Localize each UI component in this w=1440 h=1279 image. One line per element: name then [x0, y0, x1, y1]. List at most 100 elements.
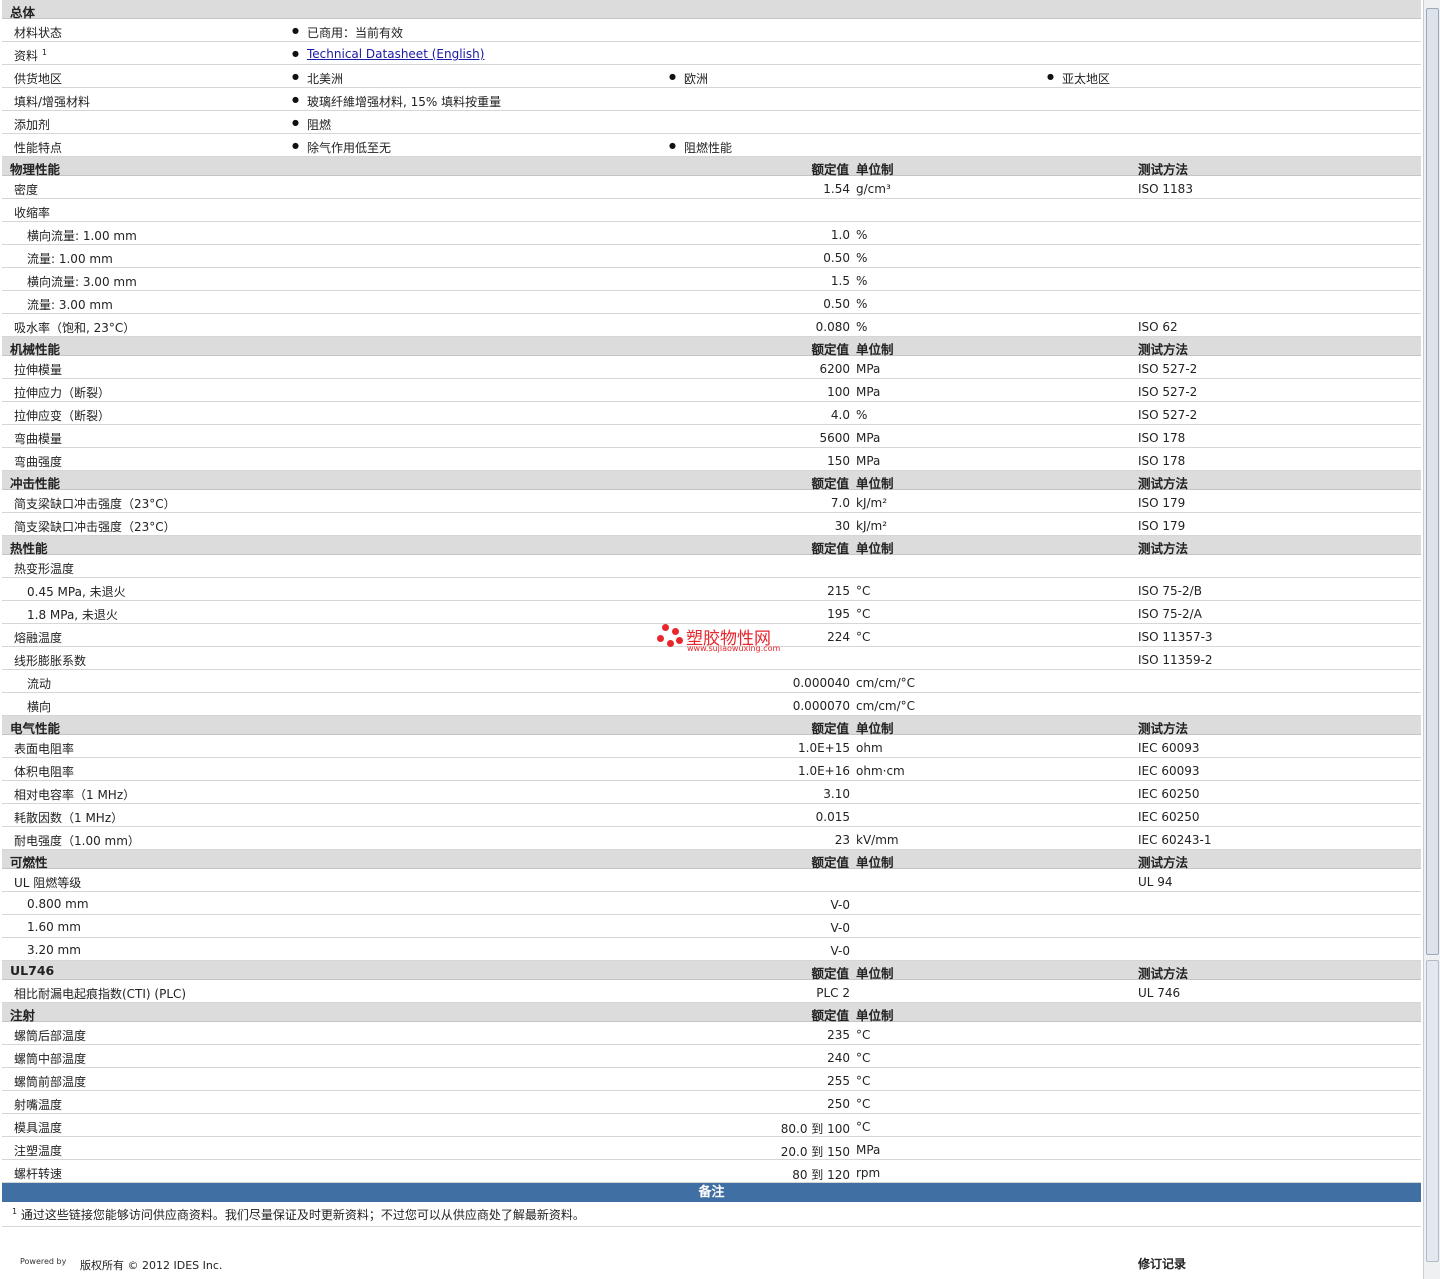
property-value: 1.54: [823, 182, 850, 196]
property-test-method: ISO 178: [1138, 431, 1186, 445]
property-value: 0.080: [815, 320, 850, 334]
revision-history-link[interactable]: 修订记录: [1138, 1255, 1186, 1272]
row-regions: 供货地区 北美洲 欧洲 亚太地区: [2, 65, 1421, 88]
footer: Powered by 版权所有 © 2012 IDES Inc. 修订记录: [2, 1227, 1421, 1272]
property-unit: ohm·cm: [856, 764, 905, 778]
property-value: 23: [834, 833, 850, 847]
property-value: 250: [827, 1097, 850, 1111]
technical-datasheet-link[interactable]: Technical Datasheet (English): [307, 47, 484, 61]
property-row: 热变形温度: [2, 555, 1421, 578]
property-unit: %: [856, 320, 868, 334]
property-test-method: IEC 60243-1: [1138, 833, 1212, 847]
section-ul746: UL746 额定值 单位制 测试方法: [2, 961, 1421, 981]
property-value: 0.000040: [792, 676, 850, 690]
property-test-method: ISO 527-2: [1138, 385, 1198, 399]
property-test-method: ISO 179: [1138, 496, 1186, 510]
property-test-method: ISO 75-2/B: [1138, 584, 1202, 598]
property-unit: %: [856, 228, 868, 242]
property-test-method: IEC 60093: [1138, 764, 1200, 778]
status-value: 已商用：当前有效: [292, 24, 403, 41]
property-row: 0.800 mm V-0: [2, 892, 1421, 915]
property-value: 1.0E+15: [798, 741, 850, 755]
property-label: 弯曲模量: [14, 432, 63, 446]
row-additive: 添加剂 阻燃: [2, 111, 1421, 134]
property-value: PLC 2: [816, 986, 850, 1000]
property-row: 体积电阻率 1.0E+16 ohm·cm IEC 60093: [2, 758, 1421, 781]
property-row: 耗散因数（1 MHz） 0.015 IEC 60250: [2, 804, 1421, 827]
property-unit: ohm: [856, 741, 883, 755]
property-label: 螺筒前部温度: [14, 1075, 87, 1089]
property-value: 1.0: [830, 228, 850, 242]
property-row: 注塑温度 20.0 到 150 MPa: [2, 1137, 1421, 1160]
property-test-method: ISO 75-2/A: [1138, 607, 1202, 621]
property-label: 流动: [27, 677, 52, 691]
scrollbar-track-lower[interactable]: [1426, 960, 1439, 1262]
watermark-url: www.sujiaowuxing.com: [687, 644, 781, 653]
property-value: 80 到 120: [792, 1168, 850, 1182]
property-unit: MPa: [856, 431, 881, 445]
property-test-method: IEC 60093: [1138, 741, 1200, 755]
property-unit: kJ/m²: [856, 519, 888, 533]
property-label: 横向流量: 3.00 mm: [27, 275, 137, 289]
property-row: 吸水率（饱和, 23°C） 0.080% ISO 62: [2, 314, 1421, 337]
property-unit: %: [856, 251, 868, 265]
property-label: 弯曲强度: [14, 455, 63, 469]
property-label: 相对电容率（1 MHz）: [14, 788, 136, 802]
property-value: 20.0 到 150: [780, 1145, 850, 1159]
property-value: 0.015: [815, 810, 850, 824]
property-unit: kJ/m²: [856, 496, 888, 510]
scrollbar-thumb[interactable]: [1426, 8, 1439, 955]
section-general: 总体: [2, 0, 1421, 20]
property-value: 240: [827, 1051, 850, 1065]
property-row: 螺筒后部温度 235 °C: [2, 1022, 1421, 1045]
property-row: 相对电容率（1 MHz） 3.10 IEC 60250: [2, 781, 1421, 804]
property-unit: MPa: [856, 454, 881, 468]
property-row: 流量: 1.00 mm 0.50%: [2, 245, 1421, 268]
property-unit: MPa: [856, 362, 881, 376]
section-title: UL746: [10, 963, 55, 978]
property-label: 热变形温度: [14, 562, 75, 576]
vertical-scrollbar[interactable]: [1423, 0, 1440, 1279]
region-asia-pacific: 亚太地区: [1047, 70, 1110, 87]
property-row: 横向 0.000070 cm/cm/°C: [2, 693, 1421, 716]
property-value: 150: [827, 454, 850, 468]
property-value: 6200: [819, 362, 850, 376]
section-flammability: 可燃性 额定值 单位制 测试方法: [2, 850, 1421, 870]
property-label: 螺筒后部温度: [14, 1029, 87, 1043]
row-label: 性能特点: [14, 141, 63, 155]
property-test-method: UL 746: [1138, 986, 1181, 1000]
property-row: 密度 1.54 g/cm³ ISO 1183: [2, 176, 1421, 199]
feature-item: 阻燃性能: [669, 139, 732, 156]
property-test-method: ISO 11357-3: [1138, 630, 1213, 644]
property-row: 收缩率: [2, 199, 1421, 222]
property-unit: °C: [856, 1097, 871, 1111]
property-row: 弯曲模量 5600 MPa ISO 178: [2, 425, 1421, 448]
property-unit: °C: [856, 1120, 871, 1134]
property-row: 0.45 MPa, 未退火 215 °C ISO 75-2/B: [2, 578, 1421, 601]
property-row: 简支梁缺口冲击强度（23°C） 7.0 kJ/m² ISO 179: [2, 490, 1421, 513]
property-label: 流量: 1.00 mm: [27, 252, 113, 266]
property-label: 1.8 MPa, 未退火: [27, 608, 118, 622]
property-label: 射嘴温度: [14, 1098, 63, 1112]
property-label: 线形膨胀系数: [14, 654, 87, 668]
row-documents: 资料 1 Technical Datasheet (English): [2, 42, 1421, 65]
property-unit: cm/cm/°C: [856, 699, 916, 713]
note-text: 1 通过这些链接您能够访问供应商资料。我们尽量保证及时更新资料；不过您可以从供应…: [12, 1207, 585, 1222]
property-row: 流量: 3.00 mm 0.50%: [2, 291, 1421, 314]
property-unit: °C: [856, 1028, 871, 1042]
property-label: 简支梁缺口冲击强度（23°C）: [14, 520, 176, 534]
property-row: 耐电强度（1.00 mm） 23 kV/mm IEC 60243-1: [2, 827, 1421, 850]
property-row: 简支梁缺口冲击强度（23°C） 30 kJ/m² ISO 179: [2, 513, 1421, 536]
property-label: 注塑温度: [14, 1144, 63, 1158]
property-row: 拉伸应变（断裂） 4.0% ISO 527-2: [2, 402, 1421, 425]
filler-value: 玻璃纤維增强材料, 15% 填料按重量: [292, 93, 501, 110]
property-unit: °C: [856, 1074, 871, 1088]
property-value: 30: [834, 519, 850, 533]
watermark-logo: 塑胶物性网 www.sujiaowuxing.com: [657, 622, 797, 658]
section-injection: 注射 额定值 单位制: [2, 1003, 1421, 1023]
property-label: 流量: 3.00 mm: [27, 298, 113, 312]
section-impact: 冲击性能 额定值 单位制 测试方法: [2, 471, 1421, 491]
section-thermal: 热性能 额定值 单位制 测试方法: [2, 536, 1421, 556]
property-row: 模具温度 80.0 到 100 °C: [2, 1114, 1421, 1137]
property-test-method: ISO 527-2: [1138, 362, 1198, 376]
